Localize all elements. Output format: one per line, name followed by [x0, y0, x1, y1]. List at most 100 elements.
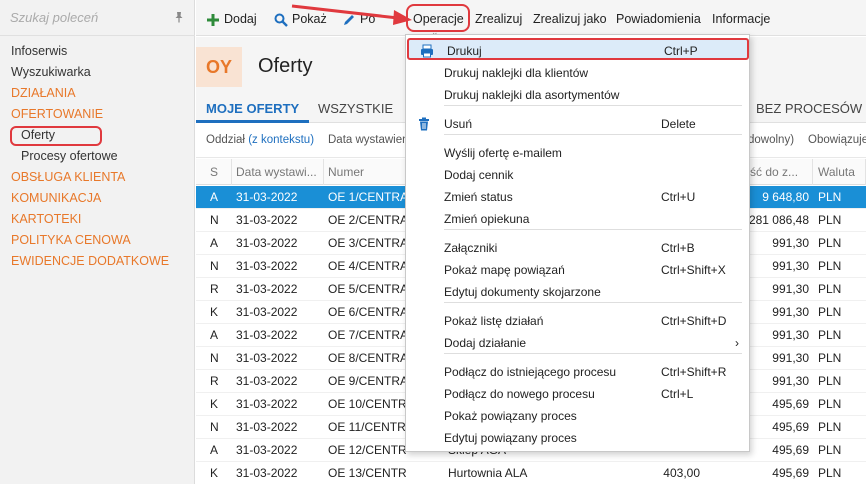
filter-branch[interactable]: Oddział (z kontekstu)	[206, 134, 314, 146]
sidebar: Infoserwis Wyszukiwarka DZIAŁANIA OFERTO…	[0, 0, 195, 484]
column-header-number[interactable]: Numer	[324, 159, 406, 185]
filter-branch-label: Oddział	[206, 134, 245, 146]
filter-required[interactable]: Obowiązuje	[808, 134, 866, 146]
cell-currency: PLN	[818, 328, 842, 342]
cell-currency: PLN	[818, 420, 842, 434]
cell-date: 31-03-2022	[236, 259, 298, 273]
sidebar-section-ofertowanie[interactable]: OFERTOWANIE	[0, 104, 195, 125]
filter-date[interactable]: Data wystawien	[328, 134, 409, 146]
tab-moje-oferty[interactable]: MOJE OFERTY	[196, 97, 310, 123]
cell-netto: 403,00	[663, 466, 700, 480]
add-button-label: Dodaj	[224, 12, 257, 26]
menu-item-pokaz-liste-dzialan[interactable]: Pokaż listę działań Ctrl+Shift+D	[406, 310, 749, 332]
menu-item-drukuj[interactable]: Drukuj Ctrl+P	[407, 38, 749, 60]
sidebar-section-kartoteki[interactable]: KARTOTEKI	[0, 209, 195, 230]
edit-button-label: Po	[360, 12, 376, 26]
menu-item-shortcut: Ctrl+Shift+D	[661, 314, 727, 328]
menu-item-dodaj-dzialanie[interactable]: Dodaj działanie ›	[406, 332, 749, 354]
menu-zrealizuj-jako[interactable]: Zrealizuj jako	[533, 10, 607, 28]
menu-item-drukuj-naklejki-dla-asortymentow[interactable]: Drukuj naklejki dla asortymentów	[406, 84, 749, 106]
menu-zrealizuj[interactable]: Zrealizuj	[475, 10, 522, 28]
search-icon	[274, 13, 288, 27]
cell-status: R	[210, 282, 219, 296]
menu-item-shortcut: Ctrl+U	[661, 190, 696, 204]
menu-item-shortcut: Ctrl+Shift+X	[661, 263, 726, 277]
cell-number: OE 6/CENTRAL	[328, 305, 406, 319]
menu-item-pokaz-powiazany-proces[interactable]: Pokaż powiązany proces	[406, 405, 749, 427]
cell-date: 31-03-2022	[236, 351, 298, 365]
cell-number: OE 2/CENTRAL	[328, 213, 406, 227]
sidebar-item-oferty[interactable]: Oferty	[0, 125, 195, 146]
menu-item-label: Zmień opiekuna	[444, 212, 530, 226]
menu-item-pokaz-mape-powiazan[interactable]: Pokaż mapę powiązań Ctrl+Shift+X	[406, 259, 749, 281]
cell-date: 31-03-2022	[236, 190, 298, 204]
menu-item-usun[interactable]: Usuń Delete	[406, 113, 749, 135]
pencil-icon	[344, 14, 354, 25]
menu-item-zalaczniki[interactable]: Załączniki Ctrl+B	[406, 237, 749, 259]
tab-wszystkie[interactable]: WSZYSTKIE	[308, 97, 403, 123]
sidebar-section-komunikacja[interactable]: KOMUNIKACJA	[0, 188, 195, 209]
cell-value: 495,69	[772, 466, 809, 480]
cell-number: OE 1/CENTRAL	[328, 190, 406, 204]
cell-date: 31-03-2022	[236, 213, 298, 227]
menu-item-label: Drukuj naklejki dla asortymentów	[444, 88, 620, 102]
cell-number: OE 12/CENTRA	[328, 443, 406, 457]
pin-icon[interactable]	[173, 11, 185, 23]
column-header-s[interactable]: S	[206, 159, 232, 185]
menu-item-podlacz-do-nowego-procesu[interactable]: Podłącz do nowego procesu Ctrl+L	[406, 383, 749, 405]
menu-item-edytuj-powiazany-proces[interactable]: Edytuj powiązany proces	[406, 427, 749, 449]
cell-number: OE 9/CENTRAL	[328, 374, 406, 388]
menu-informacje[interactable]: Informacje	[712, 10, 770, 28]
table-row[interactable]: K 31-03-2022 OE 13/CENTRALA/... Hurtownia A…	[196, 462, 866, 484]
column-header-date[interactable]: Data wystawi...	[232, 159, 324, 185]
cell-number: OE 13/CENTRALA/...	[328, 466, 406, 480]
cell-currency: PLN	[818, 305, 842, 319]
search-input[interactable]	[10, 10, 160, 25]
sidebar-section-dzialania[interactable]: DZIAŁANIA	[0, 83, 195, 104]
cell-currency: PLN	[818, 259, 842, 273]
sidebar-item-infoserwis[interactable]: Infoserwis	[0, 41, 195, 62]
cell-number: OE 7/CENTRAL	[328, 328, 406, 342]
annotation-highlight-oferty	[10, 126, 102, 146]
cell-currency: PLN	[818, 443, 842, 457]
menu-item-shortcut: Ctrl+L	[661, 387, 694, 401]
menu-powiadomienia[interactable]: Powiadomienia	[616, 10, 701, 28]
module-badge: OY	[196, 47, 242, 87]
menu-item-shortcut: Delete	[661, 117, 696, 131]
menu-item-shortcut: Ctrl+P	[664, 44, 698, 58]
menu-item-zmien-opiekuna[interactable]: Zmień opiekuna	[406, 208, 749, 230]
menu-operacje[interactable]: Operacje	[413, 10, 464, 28]
column-header-currency[interactable]: Waluta	[814, 159, 866, 185]
cell-date: 31-03-2022	[236, 328, 298, 342]
sidebar-item-procesy-ofertowe[interactable]: Procesy ofertowe	[0, 146, 195, 167]
cell-currency: PLN	[818, 466, 842, 480]
plus-icon	[207, 13, 219, 26]
edit-button[interactable]: Po	[342, 10, 375, 28]
search-bar	[0, 0, 195, 36]
cell-status: A	[210, 190, 219, 204]
menu-item-label: Wyślij ofertę e-mailem	[444, 146, 562, 160]
cell-currency: PLN	[818, 236, 842, 250]
sidebar-nav: Infoserwis Wyszukiwarka DZIAŁANIA OFERTO…	[0, 41, 195, 272]
tab-bez-procesow[interactable]: BEZ PROCESÓW	[746, 97, 866, 123]
sidebar-section-obsluga-klienta[interactable]: OBSŁUGA KLIENTA	[0, 167, 195, 188]
menu-item-dodaj-cennik[interactable]: Dodaj cennik	[406, 164, 749, 186]
cell-status: K	[210, 397, 219, 411]
cell-date: 31-03-2022	[236, 282, 298, 296]
menu-item-podlacz-do-istniejacego-procesu[interactable]: Podłącz do istniejącego procesu Ctrl+Shif…	[406, 361, 749, 383]
sidebar-section-polityka-cenowa[interactable]: POLITYKA CENOWA	[0, 230, 195, 251]
sidebar-item-wyszukiwarka[interactable]: Wyszukiwarka	[0, 62, 195, 83]
filter-any[interactable]: dowolny)	[748, 134, 794, 146]
menu-item-zmien-status[interactable]: Zmień status Ctrl+U	[406, 186, 749, 208]
menu-item-wyslij-oferte-e-mailem[interactable]: Wyślij ofertę e-mailem	[406, 142, 749, 164]
menu-item-drukuj-naklejki-dla-klientow[interactable]: Drukuj naklejki dla klientów	[406, 62, 749, 84]
menu-item-label: Drukuj	[447, 44, 482, 58]
menu-item-label: Usuń	[444, 117, 473, 131]
cell-number: OE 4/CENTRAL	[328, 259, 406, 273]
show-button[interactable]: Pokaż	[274, 10, 327, 28]
cell-currency: PLN	[818, 351, 842, 365]
filter-branch-link[interactable]: (z kontekstu)	[248, 134, 314, 146]
menu-item-edytuj-dokumenty-skojarzone[interactable]: Edytuj dokumenty skojarzone	[406, 281, 749, 303]
sidebar-section-ewidencje-dodatkowe[interactable]: EWIDENCJE DODATKOWE	[0, 251, 195, 272]
add-button[interactable]: Dodaj	[206, 10, 257, 28]
